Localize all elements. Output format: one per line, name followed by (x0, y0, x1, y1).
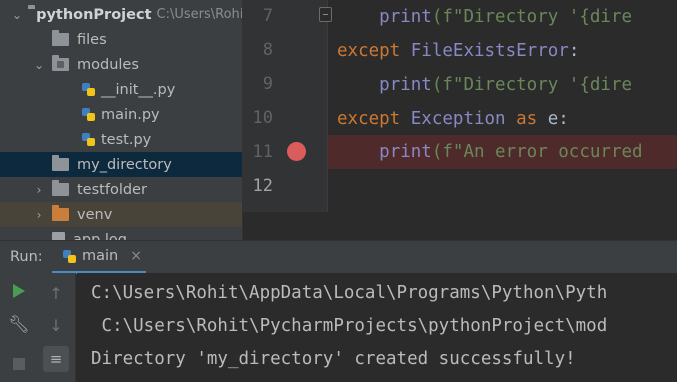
tree-item-test-py[interactable]: test.py (0, 127, 243, 152)
line-number: 11 (252, 142, 273, 162)
code-editor[interactable]: 7 8 9 10 11 12 print (f"Directory '{dire … (243, 0, 677, 212)
tree-item-label: venv (77, 206, 113, 223)
console-line: Directory 'my_directory' created success… (91, 349, 576, 369)
code-line-8[interactable]: except FileExistsError: (337, 34, 677, 68)
tree-item-init-py[interactable]: __init__.py (0, 77, 243, 102)
breakpoint-icon[interactable] (287, 142, 306, 161)
gutter-border (327, 0, 328, 212)
soft-wrap-icon[interactable]: ≡ (43, 346, 69, 372)
code-line-10[interactable]: except Exception as e: (337, 102, 677, 136)
chevron-right-icon[interactable]: › (32, 208, 46, 222)
code-line-9[interactable]: print (f"Directory '{dire (337, 68, 677, 102)
console-line: C:\Users\Rohit\AppData\Local\Programs\Py… (91, 283, 608, 303)
line-number: 10 (252, 108, 273, 128)
folder-icon (52, 180, 69, 196)
code-line-7[interactable]: print (f"Directory '{dire (337, 0, 677, 34)
play-icon[interactable] (7, 279, 31, 303)
tree-item-label: my_directory (77, 156, 172, 173)
run-tool-window-header: Run: main × (0, 240, 677, 274)
folder-icon (52, 155, 69, 171)
line-number: 7 (262, 6, 273, 26)
chevron-down-icon[interactable]: ⌄ (12, 8, 22, 22)
python-file-icon (81, 82, 96, 97)
run-console-output[interactable]: C:\Users\Rohit\AppData\Local\Programs\Py… (77, 273, 677, 382)
line-number: 9 (262, 74, 273, 94)
run-toolbar-secondary: ↑ ↓ ≡ (38, 273, 76, 382)
run-label: Run: (10, 249, 43, 265)
wrench-icon[interactable]: 🔧︎ (7, 313, 31, 337)
fold-collapse-icon[interactable] (319, 7, 332, 22)
tree-item-my-directory[interactable]: my_directory (0, 152, 243, 177)
python-file-icon (81, 132, 96, 147)
tree-item-modules[interactable]: ⌄ modules (0, 52, 243, 77)
run-tab-main[interactable]: main × (52, 241, 146, 274)
line-number-current: 12 (252, 176, 273, 196)
run-toolbar-primary: 🔧︎ (0, 273, 38, 382)
editor-empty-area[interactable] (243, 212, 677, 240)
up-arrow-icon[interactable]: ↑ (44, 281, 68, 305)
module-folder-icon (52, 55, 69, 71)
tree-item-project-root[interactable]: ⌄ pythonProject C:\Users\Rohit (0, 2, 243, 27)
tree-item-files[interactable]: files (0, 27, 243, 52)
tree-item-label: files (77, 31, 107, 48)
python-file-icon (81, 107, 96, 122)
line-number: 8 (262, 40, 273, 60)
tree-item-label: main.py (101, 106, 160, 123)
code-line-11-breakpoint[interactable]: print (f"An error occurred (328, 135, 677, 169)
console-line: C:\Users\Rohit\PycharmProjects\pythonPro… (91, 316, 608, 336)
tree-item-label: modules (77, 56, 139, 73)
chevron-down-icon[interactable]: ⌄ (32, 58, 46, 72)
tree-item-label: __init__.py (101, 81, 176, 98)
python-icon (62, 249, 77, 264)
tree-item-label: test.py (101, 131, 152, 148)
project-path-label: C:\Users\Rohit (156, 7, 243, 22)
run-tab-label: main (82, 248, 119, 264)
log-file-icon (52, 232, 65, 240)
project-tool-window: ⌄ pythonProject C:\Users\Rohit files ⌄ m… (0, 0, 243, 240)
project-root-label: pythonProject (36, 6, 152, 23)
tree-item-main-py[interactable]: main.py (0, 102, 243, 127)
down-arrow-icon[interactable]: ↓ (44, 313, 68, 337)
tree-item-label: testfolder (77, 181, 147, 198)
folder-icon (52, 30, 69, 46)
tree-item-app-log[interactable]: app.log (0, 227, 243, 240)
close-icon[interactable]: × (130, 248, 142, 264)
chevron-right-icon[interactable]: › (32, 183, 46, 197)
tree-item-testfolder[interactable]: › testfolder (0, 177, 243, 202)
excluded-folder-icon (52, 205, 69, 221)
stop-icon[interactable] (7, 352, 31, 376)
tree-item-venv[interactable]: › venv (0, 202, 243, 227)
tree-item-label: app.log (73, 231, 128, 241)
